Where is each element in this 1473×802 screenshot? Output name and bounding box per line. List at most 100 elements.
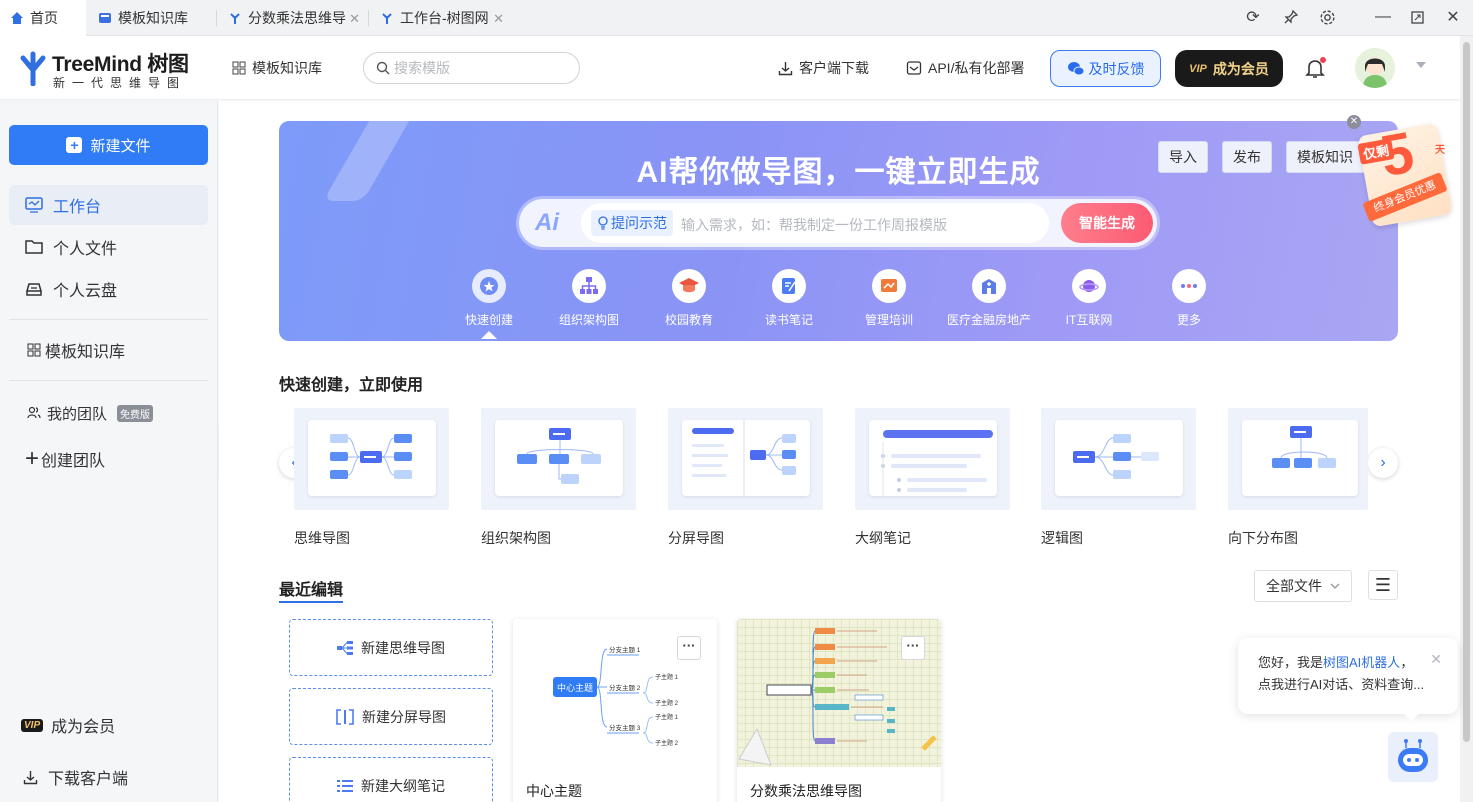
file-filter-value: 全部文件 (1266, 578, 1322, 594)
sidebar-item-my-team[interactable]: 我的团队 免费版 (9, 393, 208, 433)
close-icon[interactable]: ✕ (349, 11, 360, 27)
quick-create-label: 大纲笔记 (855, 530, 911, 546)
sidebar-item-label: 成为会员 (51, 719, 116, 736)
import-label: 导入 (1169, 149, 1197, 165)
lightbulb-icon (598, 216, 608, 230)
sidebar-download-client[interactable]: 下载客户端 (9, 757, 208, 797)
tab-label: 工作台-树图网 (400, 10, 489, 26)
promo-close-icon[interactable]: ✕ (1347, 115, 1361, 129)
home-icon (11, 12, 23, 24)
ai-prompt-input[interactable]: 提问示范 输入需求，如：帮我制定一份工作周报模版 (581, 203, 1049, 243)
file-filter-select[interactable]: 全部文件 (1254, 570, 1352, 602)
category-label: 管理培训 (864, 313, 913, 327)
category-org-chart[interactable]: 组织架构图 (539, 269, 639, 328)
new-mindmap-button[interactable]: 新建思维导图 (289, 619, 493, 676)
recent-edits-tab[interactable]: 最近编辑 (279, 576, 343, 600)
smart-generate-button[interactable]: 智能生成 (1061, 203, 1153, 243)
refresh-icon[interactable]: ⟳ (1242, 6, 1264, 28)
outline-thumbnail (881, 430, 993, 496)
tab-label: 模板知识库 (118, 10, 188, 26)
quick-create-downward-chart[interactable]: 向下分布图 (1228, 408, 1396, 548)
page-scrollbar[interactable] (1460, 36, 1473, 802)
folder-icon (25, 240, 43, 254)
import-button[interactable]: 导入 (1158, 141, 1208, 173)
split-screen-thumbnail (692, 420, 796, 496)
doc-more-options-button[interactable]: ··· (677, 636, 701, 660)
pin-icon[interactable] (1280, 6, 1302, 28)
category-label: 校园教育 (664, 313, 713, 327)
category-campus-education[interactable]: 校园教育 (639, 269, 739, 328)
view-toggle-button[interactable]: ☰ (1368, 570, 1398, 600)
brand-slogan: 新一代思维导图 (53, 76, 187, 90)
grid-icon (27, 343, 41, 357)
category-reading-notes[interactable]: 读书笔记 (739, 269, 839, 328)
vip-icon: VIP (21, 718, 44, 732)
new-file-button[interactable]: + 新建文件 (9, 125, 208, 165)
quick-create-split-screen[interactable]: 分屏导图 (668, 408, 836, 548)
category-more[interactable]: 更多 (1139, 269, 1239, 328)
ai-robot-icon[interactable] (1388, 732, 1438, 782)
add-icon: + (66, 137, 83, 153)
monitor-icon (25, 197, 43, 213)
tab-workbench[interactable]: 工作台-树图网 ✕ (370, 0, 512, 36)
treemind-icon (230, 13, 240, 24)
sidebar-item-create-team[interactable]: + 创建团队 (9, 439, 208, 479)
notification-bell-icon[interactable] (1303, 56, 1327, 80)
sidebar-item-template-library[interactable]: 模板知识库 (9, 330, 208, 370)
recent-doc-card[interactable]: 中心主题 分支主题 1 分支主题 2 分支主题 3 子主题 1 子主题 2 子主… (513, 619, 717, 802)
user-avatar[interactable] (1355, 48, 1395, 88)
minimize-icon[interactable]: — (1372, 6, 1394, 28)
quick-create-logic-chart[interactable]: 逻辑图 (1041, 408, 1209, 548)
sidebar-item-cloud-drive[interactable]: 个人云盘 (9, 269, 208, 309)
free-plan-badge: 免费版 (117, 404, 154, 422)
notes-icon (782, 278, 796, 294)
mindmap-thumbnail (330, 434, 412, 479)
vip-tag: VIP (1189, 62, 1207, 75)
quick-create-outline-notes[interactable]: 大纲笔记 (855, 408, 1023, 548)
category-quick-create[interactable]: 快速创建 (439, 269, 539, 339)
doc-more-options-button[interactable]: ··· (901, 636, 925, 660)
quick-create-org-chart[interactable]: 组织架构图 (481, 408, 649, 548)
ai-prompt-box: Ai 提问示范 输入需求，如：帮我制定一份工作周报模版 智能生成 (519, 199, 1157, 247)
category-it-internet[interactable]: IT互联网 (1039, 269, 1139, 328)
category-label: 快速创建 (464, 313, 513, 327)
tab-home[interactable]: 首页 (0, 0, 86, 36)
close-icon[interactable]: ✕ (1430, 648, 1442, 670)
subtopic-text: 子主题 2 (655, 739, 679, 747)
settings-gear-icon[interactable] (1316, 6, 1338, 28)
become-vip-button[interactable]: VIP 成为会员 (1175, 50, 1283, 87)
search-input[interactable]: 搜索模版 (363, 52, 580, 84)
ai-robot-bubble[interactable]: ✕ 您好，我是树图AI机器人， 点我进行AI对话、资料查询... (1238, 638, 1458, 721)
tab-template-library[interactable]: 模板知识库 (88, 0, 216, 36)
feedback-button[interactable]: 及时反馈 (1050, 50, 1161, 87)
tab-fraction-mindmap[interactable]: 分数乘法思维导 ✕ (218, 0, 368, 36)
sidebar-item-workbench[interactable]: 工作台 (9, 185, 208, 225)
list-view-icon: ☰ (1374, 574, 1392, 595)
lifetime-member-promo[interactable]: ✕ 5 仅剩 天 终身会员优惠 (1347, 113, 1460, 233)
api-deploy-link[interactable]: API/私有化部署 (906, 58, 1024, 78)
grid-icon (232, 61, 246, 75)
prompt-example-button[interactable]: 提问示范 (591, 210, 673, 236)
sidebar-item-personal-files[interactable]: 个人文件 (9, 227, 208, 267)
publish-button[interactable]: 发布 (1222, 141, 1272, 173)
sidebar-become-member[interactable]: VIP 成为会员 (9, 705, 208, 745)
vip-label: 成为会员 (1212, 60, 1269, 77)
category-management-training[interactable]: 管理培训 (839, 269, 939, 328)
account-dropdown-icon[interactable] (1416, 62, 1426, 68)
robot-greeting-suffix: ， (1400, 655, 1414, 670)
new-split-screen-button[interactable]: 新建分屏导图 (289, 688, 493, 745)
client-download-link[interactable]: 客户端下载 (778, 58, 869, 78)
category-medical-finance-realestate[interactable]: 医疗金融房地产 (939, 269, 1039, 328)
recent-doc-card[interactable]: ··· 分数乘法思维导图 (737, 619, 941, 802)
close-icon[interactable]: ✕ (493, 11, 504, 27)
maximize-icon[interactable] (1406, 6, 1428, 28)
new-outline-notes-button[interactable]: 新建大纲笔记 (289, 757, 493, 802)
window-close-icon[interactable]: ✕ (1442, 6, 1464, 28)
template-library-label: 模板知识库 (252, 60, 322, 76)
treemind-logo[interactable]: TreeMind 树图 新一代思维导图 (18, 46, 198, 92)
template-library-link[interactable]: 模板知识库 (232, 58, 322, 78)
quick-create-label: 向下分布图 (1228, 530, 1298, 546)
plus-icon: + (25, 445, 40, 472)
quick-create-mindmap[interactable]: 思维导图 (294, 408, 462, 548)
quick-create-label: 分屏导图 (668, 530, 724, 546)
